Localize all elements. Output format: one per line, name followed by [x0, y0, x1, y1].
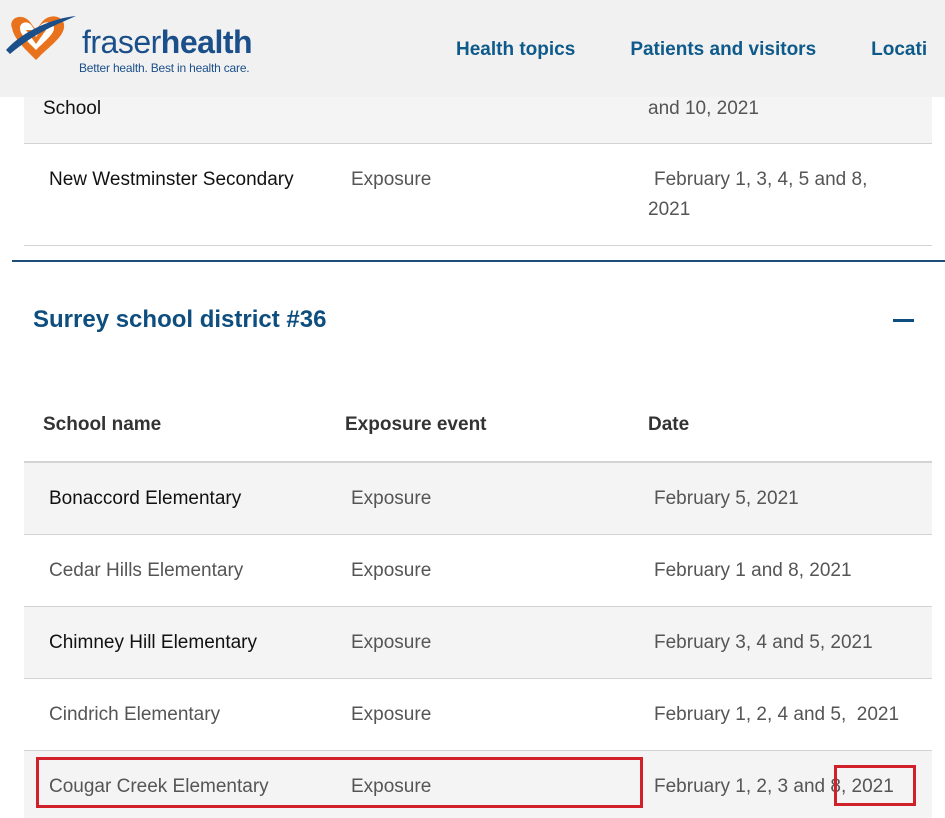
school-name-cell: Chimney Hill Elementary [49, 632, 258, 653]
date-cell-continued: 2021 [648, 199, 691, 220]
date-cell: February 1 and 8, 2021 [654, 560, 852, 581]
exposure-event-cell: Exposure [351, 632, 432, 653]
logo-word-fraser: fraser [82, 24, 161, 60]
main-nav: Health topics Patients and visitors Loca… [456, 39, 945, 61]
minus-icon[interactable] [893, 319, 914, 322]
date-cell: February 3, 4 and 5, 2021 [654, 632, 873, 653]
heart-logo-icon [6, 16, 76, 60]
table-row: School and 10, 2021 [24, 97, 932, 144]
nav-locations[interactable]: Locati [871, 39, 927, 61]
table-row: Bonaccord Elementary Exposure February 5… [24, 463, 932, 535]
date-cell: February 5, 2021 [654, 488, 799, 509]
fraser-health-logo[interactable]: fraserhealth Better health. Best in heal… [6, 10, 253, 80]
district-accordion-title[interactable]: Surrey school district #36 [33, 306, 326, 334]
table-row: Cedar Hills Elementary Exposure February… [24, 535, 932, 607]
logo-word-health: health [160, 24, 253, 60]
exposure-event-cell: Exposure [351, 704, 432, 725]
table-row: Chimney Hill Elementary Exposure Februar… [24, 607, 932, 679]
column-header-school-name: School name [43, 414, 162, 435]
school-name-cell: Cougar Creek Elementary [49, 776, 269, 797]
table-row: Cougar Creek Elementary Exposure Februar… [24, 751, 932, 818]
site-header: fraserhealth Better health. Best in heal… [0, 0, 945, 97]
logo-tagline: Better health. Best in health care. [79, 61, 250, 75]
date-cell: and 10, 2021 [648, 98, 759, 119]
exposure-event-cell: Exposure [351, 169, 432, 190]
exposure-event-cell: Exposure [351, 488, 432, 509]
table-row: Cindrich Elementary Exposure February 1,… [24, 679, 932, 751]
section-divider [12, 260, 945, 262]
school-name-cell: New Westminster Secondary [49, 169, 294, 190]
exposure-event-cell: Exposure [351, 560, 432, 581]
school-name-cell: Cedar Hills Elementary [49, 560, 244, 581]
date-cell: February 1, 2, 3 and 8, 2021 [654, 776, 894, 797]
table-header-row: School name Exposure event Date [24, 390, 932, 463]
school-name-cell: Bonaccord Elementary [49, 488, 242, 509]
exposure-event-cell: Exposure [351, 776, 432, 797]
school-name-cell: School [43, 98, 102, 119]
school-name-cell: Cindrich Elementary [49, 704, 221, 725]
logo-wordmark: fraserhealth [82, 24, 253, 60]
column-header-exposure-event: Exposure event [345, 414, 487, 435]
nav-health-topics[interactable]: Health topics [456, 39, 575, 61]
date-cell: February 1, 2, 4 and 5, 2021 [654, 704, 900, 725]
date-cell: February 1, 3, 4, 5 and 8, [654, 169, 868, 190]
column-header-date: Date [648, 414, 690, 435]
table-row: New Westminster Secondary Exposure Febru… [24, 144, 932, 246]
nav-patients-visitors[interactable]: Patients and visitors [630, 39, 816, 61]
